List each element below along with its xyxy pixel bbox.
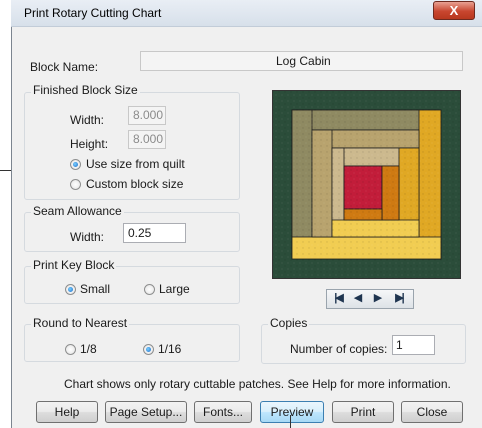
number-of-copies-label: Number of copies: [290,342,388,356]
copies-title: Copies [268,316,310,330]
large-key-block-label[interactable]: Large [159,282,190,296]
number-of-copies-field[interactable]: 1 [392,335,435,355]
use-size-from-quilt-radio[interactable] [70,159,81,170]
small-key-block-radio[interactable] [65,284,76,295]
round-sixteenth-label[interactable]: 1/16 [158,342,181,356]
round-eighth-radio[interactable] [65,344,76,355]
seam-width-label: Width: [70,230,105,244]
fonts-button[interactable]: Fonts... [194,401,252,423]
previous-page-icon[interactable]: ◀ [351,291,365,305]
finished-block-size-title: Finished Block Size [31,83,140,97]
block-name-label: Block Name: [30,60,99,74]
preview-button[interactable]: Preview [260,401,324,423]
custom-block-size-label[interactable]: Custom block size [86,177,183,191]
round-sixteenth-radio[interactable] [143,344,154,355]
print-button[interactable]: Print [332,401,394,423]
seam-allowance-title: Seam Allowance [31,204,124,218]
close-button[interactable]: Close [401,401,463,423]
block-name-value: Log Cabin [276,54,331,68]
preview-callout-line [290,415,291,428]
block-preview [271,89,462,280]
round-to-nearest-title: Round to Nearest [31,316,130,330]
info-text: Chart shows only rotary cuttable patches… [64,377,451,391]
block-height-label: Height: [70,137,109,151]
small-key-block-label[interactable]: Small [80,282,110,296]
first-page-icon[interactable]: |◀ [331,291,345,305]
seam-width-field[interactable]: 0.25 [123,223,186,243]
last-page-icon[interactable]: ▶| [392,291,406,305]
next-page-icon[interactable]: ▶ [371,291,385,305]
block-width-label: Width: [70,113,105,127]
block-height-field[interactable]: 8.000 [128,130,166,149]
print-key-block-title: Print Key Block [31,258,117,272]
use-size-from-quilt-label[interactable]: Use size from quilt [86,157,185,171]
large-key-block-radio[interactable] [144,284,155,295]
help-button[interactable]: Help [36,401,98,423]
custom-block-size-radio[interactable] [70,179,81,190]
page-setup-button[interactable]: Page Setup... [105,401,187,423]
close-window-button[interactable]: X [433,1,475,20]
block-width-field[interactable]: 8.000 [128,106,166,125]
dialog-title: Print Rotary Cutting Chart [24,6,162,20]
round-eighth-label[interactable]: 1/8 [80,342,97,356]
log-cabin-block-image [271,89,462,280]
